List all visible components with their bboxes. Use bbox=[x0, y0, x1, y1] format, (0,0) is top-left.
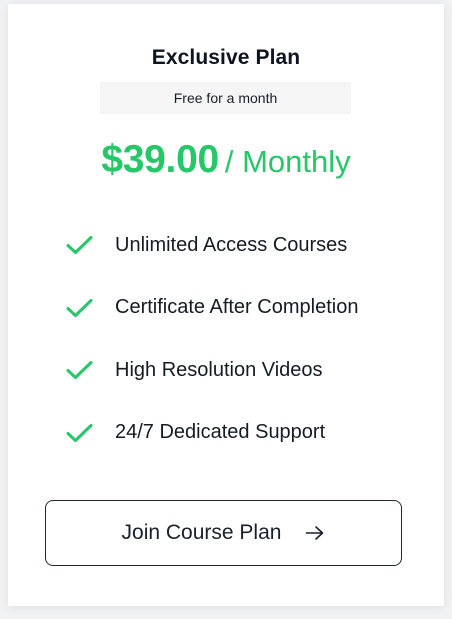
check-icon bbox=[66, 423, 93, 442]
arrow-right-icon bbox=[306, 526, 324, 540]
price-amount: $39.00 bbox=[101, 138, 219, 181]
feature-item: Unlimited Access Courses bbox=[66, 226, 358, 264]
price: $39.00/ Monthly bbox=[8, 138, 444, 182]
plan-title: Exclusive Plan bbox=[151, 46, 301, 69]
feature-item: 24/7 Dedicated Support bbox=[66, 414, 358, 452]
feature-item: Certificate After Completion bbox=[66, 289, 358, 327]
promo-badge: Free for a month bbox=[100, 82, 351, 114]
join-course-plan-button[interactable]: Join Course Plan bbox=[45, 500, 402, 566]
price-period: / Monthly bbox=[224, 144, 351, 179]
check-icon bbox=[66, 298, 93, 317]
feature-label: Certificate After Completion bbox=[115, 296, 359, 318]
feature-label: High Resolution Videos bbox=[115, 358, 323, 381]
feature-label: 24/7 Dedicated Support bbox=[115, 421, 326, 443]
feature-list: Unlimited Access Courses Certificate Aft… bbox=[66, 226, 358, 476]
check-icon bbox=[66, 361, 93, 379]
join-button-label: Join Course Plan bbox=[121, 521, 282, 544]
pricing-card: Exclusive Plan Free for a month $39.00/ … bbox=[8, 4, 444, 606]
promo-text: Free for a month bbox=[173, 90, 278, 106]
feature-item: High Resolution Videos bbox=[66, 351, 358, 389]
check-icon bbox=[66, 236, 93, 254]
feature-label: Unlimited Access Courses bbox=[115, 233, 348, 256]
